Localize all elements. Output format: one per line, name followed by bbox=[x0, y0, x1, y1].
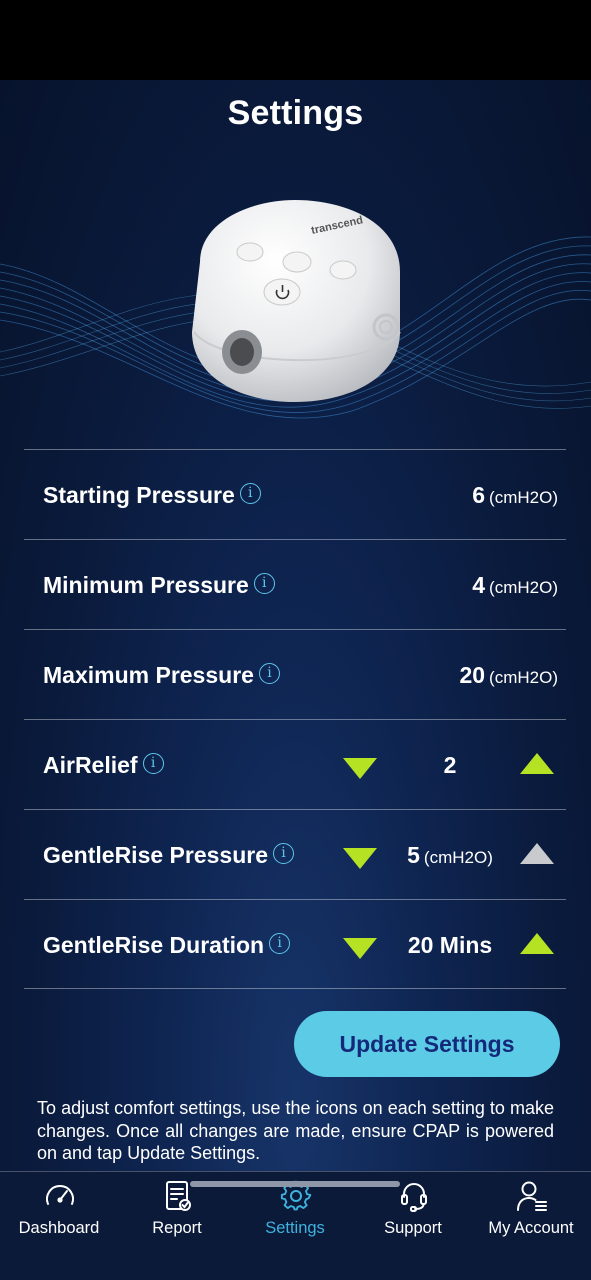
value-unit: (cmH2O) bbox=[489, 578, 558, 597]
value-number: 4 bbox=[472, 572, 486, 598]
setting-label: Minimum Pressure bbox=[43, 572, 249, 598]
settings-screen: Settings transcend Starting Pressure i 6… bbox=[0, 80, 591, 1280]
setting-label: Starting Pressure bbox=[43, 482, 235, 508]
tab-label: Report bbox=[152, 1219, 202, 1237]
value-number: 5 bbox=[407, 842, 420, 868]
update-settings-button[interactable]: Update Settings bbox=[294, 1011, 560, 1077]
tab-dashboard[interactable]: Dashboard bbox=[0, 1172, 118, 1252]
value-number: 6 bbox=[472, 482, 486, 508]
setting-label: Maximum Pressure bbox=[43, 662, 254, 688]
increase-arrow-icon[interactable] bbox=[520, 933, 554, 954]
setting-label: AirRelief bbox=[43, 752, 138, 778]
setting-label: GentleRise Duration bbox=[43, 932, 265, 958]
value-unit: (cmH2O) bbox=[423, 848, 493, 867]
setting-value: 6 (cmH2O) bbox=[472, 450, 558, 540]
info-icon[interactable]: i bbox=[142, 753, 164, 774]
setting-row-starting-pressure: Starting Pressure i 6 (cmH2O) bbox=[24, 449, 566, 539]
setting-value: 20 Mins bbox=[407, 932, 493, 958]
account-icon bbox=[517, 1181, 547, 1211]
tab-label: My Account bbox=[488, 1219, 574, 1237]
setting-label: GentleRise Pressure bbox=[43, 842, 269, 868]
info-icon[interactable]: i bbox=[258, 663, 280, 684]
tab-bar: Dashboard Report Settings Support My Acc… bbox=[0, 1171, 591, 1280]
value-unit: (cmH2O) bbox=[489, 668, 558, 687]
settings-list: Starting Pressure i 6 (cmH2O) Minimum Pres… bbox=[24, 449, 566, 989]
page-title: Settings bbox=[227, 94, 364, 132]
home-indicator bbox=[190, 1181, 400, 1187]
setting-value: 5 (cmH2O) bbox=[384, 810, 516, 900]
setting-value: 20 (cmH2O) bbox=[459, 630, 558, 720]
setting-value: 4 (cmH2O) bbox=[472, 540, 558, 630]
value-number: 20 bbox=[459, 662, 486, 688]
tab-label: Dashboard bbox=[18, 1219, 100, 1237]
setting-row-minimum-pressure: Minimum Pressure i 4 (cmH2O) bbox=[24, 539, 566, 629]
decrease-arrow-icon[interactable] bbox=[343, 848, 377, 869]
tab-label: Settings bbox=[265, 1219, 325, 1237]
setting-row-maximum-pressure: Maximum Pressure i 20 (cmH2O) bbox=[24, 629, 566, 719]
setting-row-gentlerise-duration: GentleRise Duration i 20 Mins bbox=[24, 899, 566, 989]
increase-arrow-icon[interactable] bbox=[520, 753, 554, 774]
status-bar bbox=[0, 0, 591, 80]
cpap-device-image: transcend bbox=[192, 200, 401, 402]
decrease-arrow-icon[interactable] bbox=[343, 938, 377, 959]
decrease-arrow-icon[interactable] bbox=[343, 758, 377, 779]
tab-label: Support bbox=[384, 1219, 442, 1237]
info-icon[interactable]: i bbox=[239, 483, 261, 504]
tab-my-account[interactable]: My Account bbox=[472, 1172, 590, 1252]
setting-value: 2 bbox=[443, 752, 457, 778]
value-unit: (cmH2O) bbox=[489, 488, 558, 507]
headset-icon bbox=[401, 1183, 427, 1212]
gauge-icon bbox=[46, 1185, 74, 1205]
setting-row-airrelief: AirRelief i 2 bbox=[24, 719, 566, 809]
setting-row-gentlerise-pressure: GentleRise Pressure i 5 (cmH2O) bbox=[24, 809, 566, 899]
info-icon[interactable]: i bbox=[269, 933, 291, 954]
increase-arrow-icon-disabled[interactable] bbox=[520, 843, 554, 864]
info-icon[interactable]: i bbox=[273, 843, 295, 864]
info-icon[interactable]: i bbox=[253, 573, 275, 594]
help-text: To adjust comfort settings, use the icon… bbox=[37, 1098, 554, 1163]
